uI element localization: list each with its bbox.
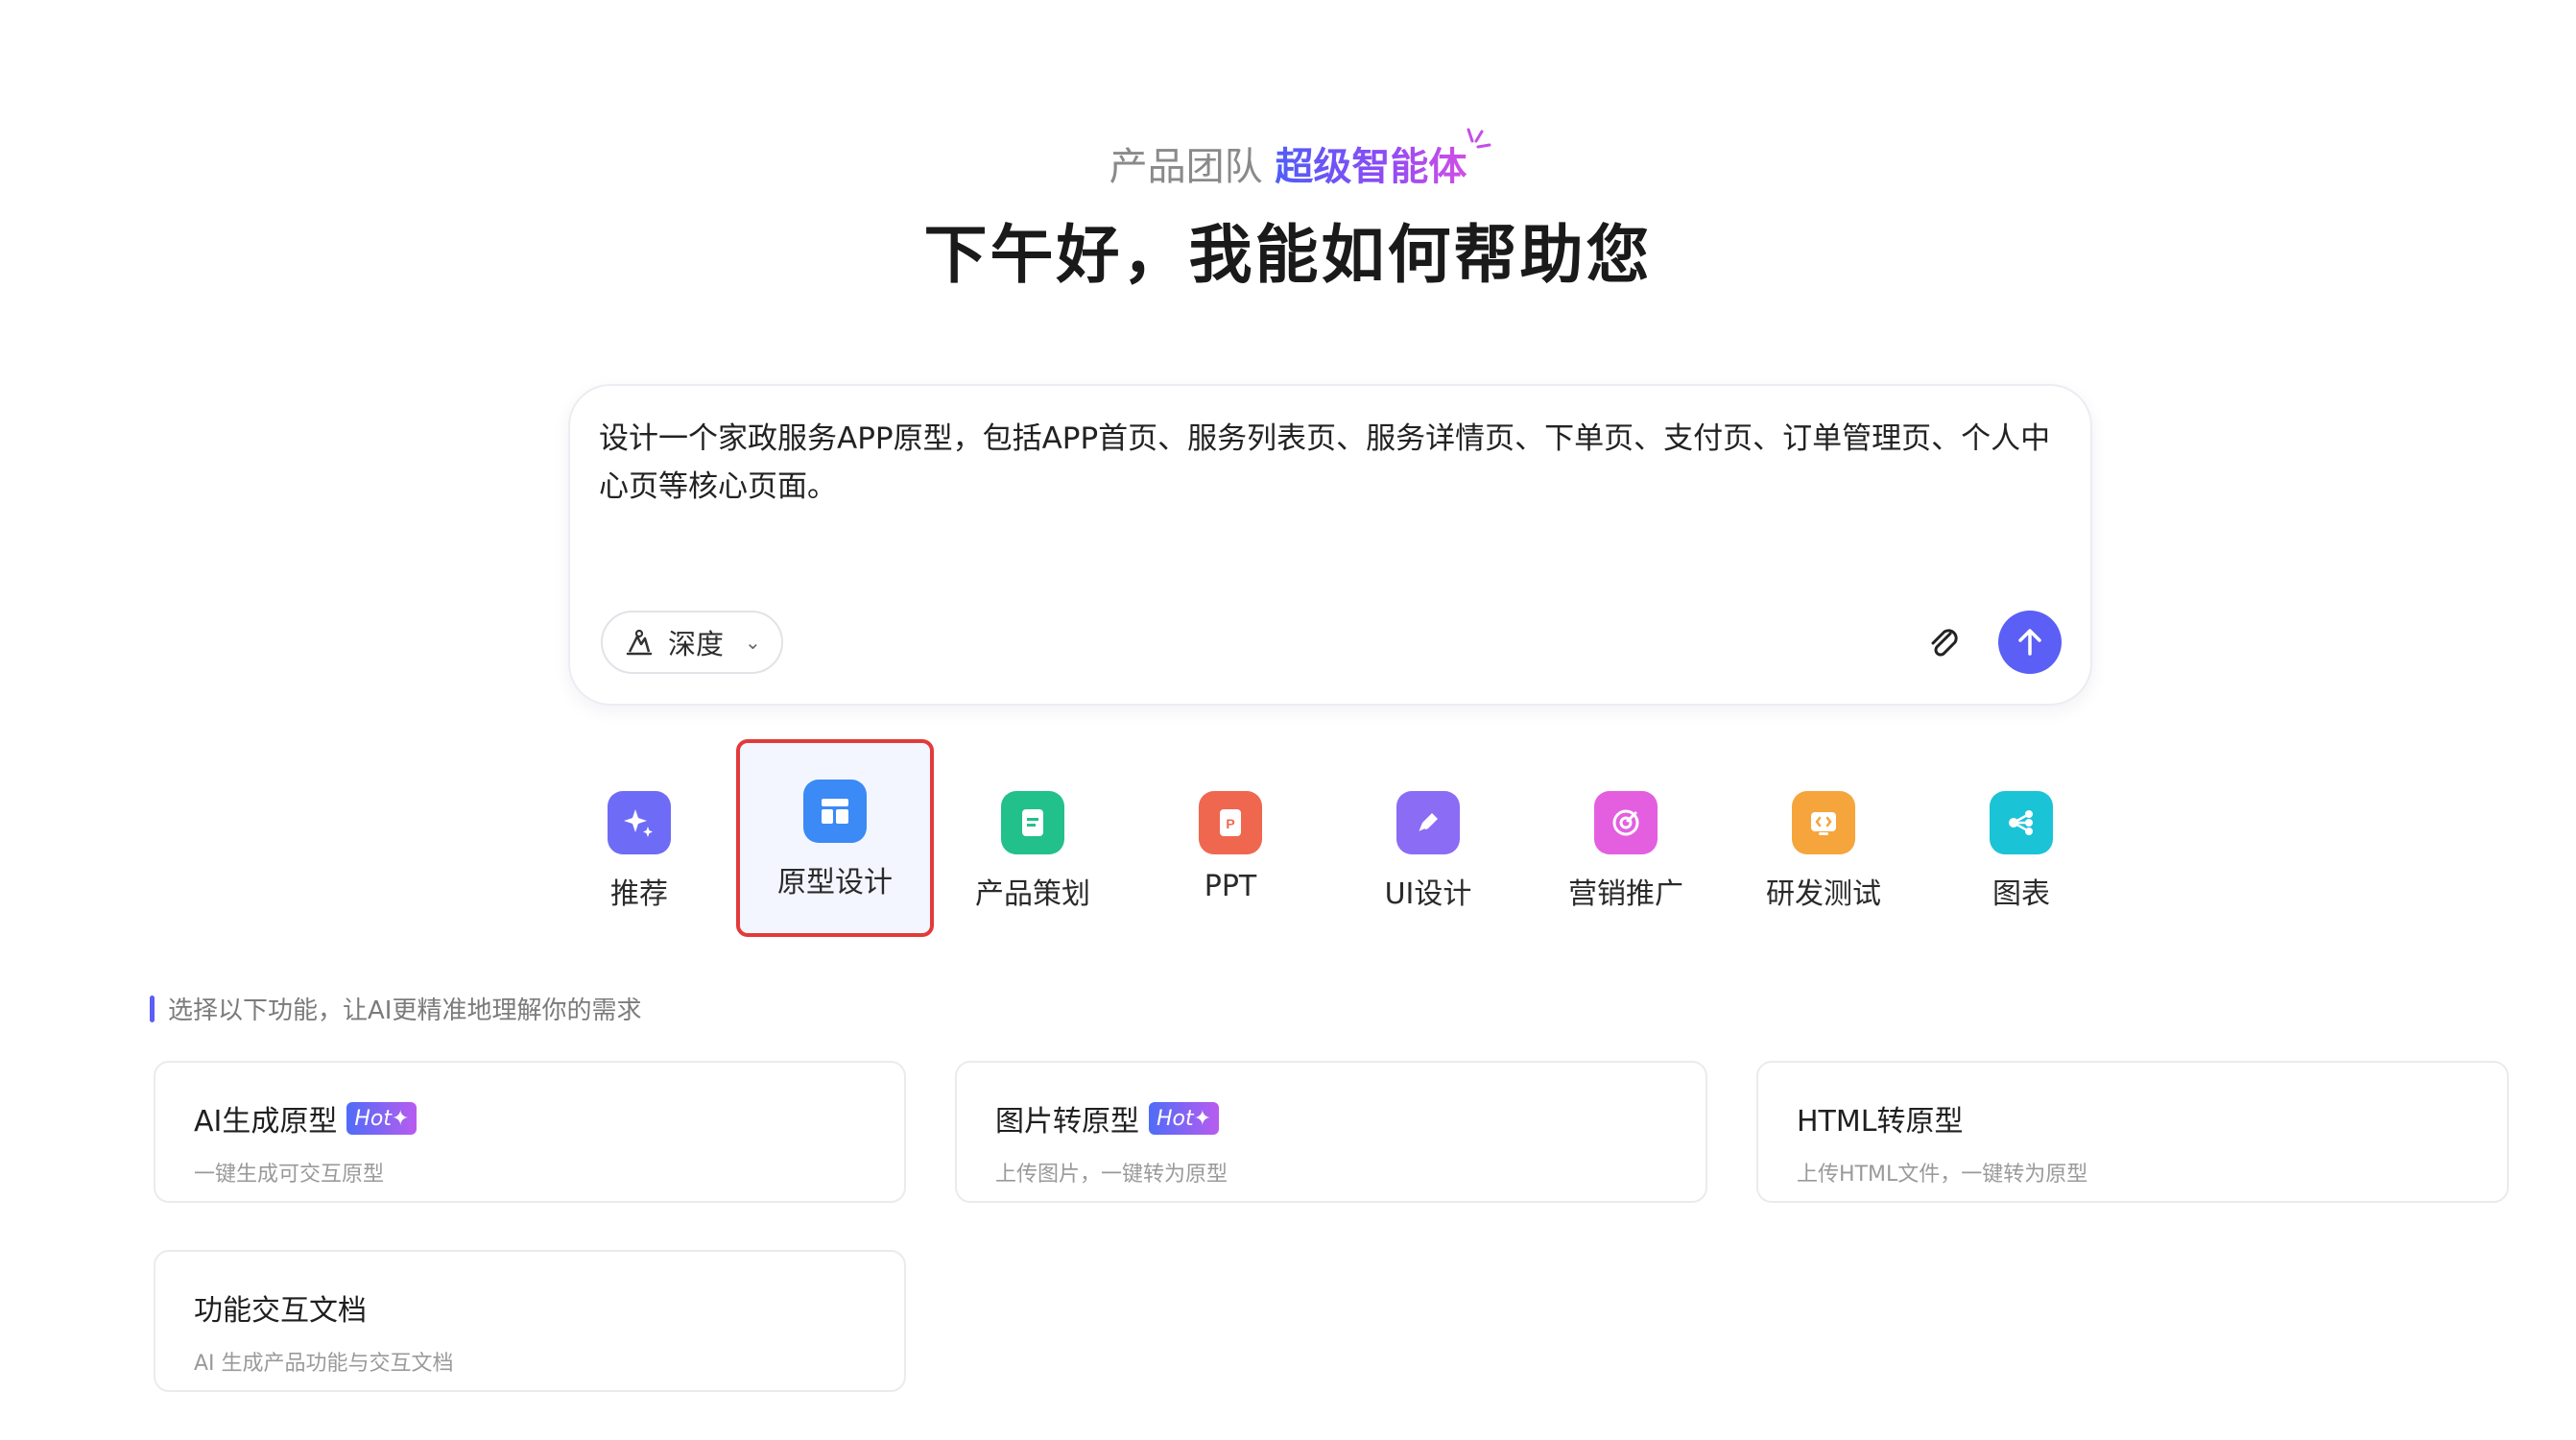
hint-text: 选择以下功能，让AI更精准地理解你的需求 <box>168 996 642 1025</box>
section-hint: 选择以下功能，让AI更精准地理解你的需求 <box>150 991 641 1026</box>
tab-dev-test[interactable]: 研发测试 <box>1725 739 1922 937</box>
hot-badge: Hot ✦ <box>1149 1102 1220 1135</box>
hint-accent-bar <box>150 995 155 1022</box>
tagline: 产品团队 超级智能体 <box>0 128 2576 192</box>
tab-charts[interactable]: 图表 <box>1922 739 2120 937</box>
card-subtitle: AI 生成产品功能与交互文档 <box>194 1352 454 1376</box>
tab-product-planning[interactable]: 产品策划 <box>934 739 1132 937</box>
target-icon <box>1594 791 1658 854</box>
card-subtitle: 上传HTML文件，一键转为原型 <box>1797 1163 2088 1187</box>
sparkle-decor-icon <box>1467 128 1491 149</box>
chevron-down-icon: ⌄ <box>745 631 761 654</box>
feature-card-interaction-doc[interactable]: 功能交互文档 AI 生成产品功能与交互文档 <box>154 1250 906 1392</box>
tagline-prefix: 产品团队 <box>1109 145 1263 189</box>
tab-label: 产品策划 <box>975 877 1090 911</box>
prompt-input[interactable]: 设计一个家政服务APP原型，包括APP首页、服务列表页、服务详情页、下单页、支付… <box>599 415 2062 511</box>
card-title: HTML转原型 <box>1797 1105 1964 1139</box>
tab-ppt[interactable]: P PPT <box>1132 739 1329 937</box>
mode-label: 深度 <box>668 628 725 660</box>
mode-select-button[interactable]: 深度 ⌄ <box>601 611 783 674</box>
feature-card-ai-prototype[interactable]: AI生成原型 Hot ✦ 一键生成可交互原型 <box>154 1061 906 1203</box>
tab-label: 推荐 <box>610 877 668 911</box>
category-tabs: 推荐 原型设计 产品策划 P PPT UI设计 营销推广 研发测试 图表 <box>0 739 2576 941</box>
tab-label: 研发测试 <box>1766 877 1881 911</box>
document-icon <box>1001 791 1064 854</box>
card-title-row: AI生成原型 Hot ✦ <box>194 1097 904 1140</box>
card-title-row: 功能交互文档 <box>194 1286 904 1329</box>
hot-badge: Hot ✦ <box>346 1102 417 1135</box>
tab-label: 原型设计 <box>777 866 893 900</box>
card-title: 功能交互文档 <box>194 1294 367 1328</box>
tab-label: 营销推广 <box>1568 877 1683 911</box>
arrow-up-icon <box>2018 629 2041 656</box>
card-subtitle: 上传图片，一键转为原型 <box>995 1163 1228 1187</box>
card-title-row: HTML转原型 <box>1797 1097 2507 1140</box>
tab-label: UI设计 <box>1384 877 1472 911</box>
sparkle-icon <box>608 791 671 854</box>
layout-icon <box>803 780 867 843</box>
pen-icon <box>1396 791 1460 854</box>
depth-mode-icon <box>626 629 653 656</box>
card-title: AI生成原型 <box>194 1105 338 1139</box>
svg-text:P: P <box>1226 816 1234 831</box>
page: 产品团队 超级智能体 下午好，我能如何帮助您 设计一个家政服务APP原型，包括A… <box>0 0 2576 1440</box>
feature-card-html-to-prototype[interactable]: HTML转原型 上传HTML文件，一键转为原型 <box>1756 1061 2509 1203</box>
feature-card-image-to-prototype[interactable]: 图片转原型 Hot ✦ 上传图片，一键转为原型 <box>955 1061 1707 1203</box>
prompt-box[interactable]: 设计一个家政服务APP原型，包括APP首页、服务列表页、服务详情页、下单页、支付… <box>568 384 2092 706</box>
paperclip-icon[interactable] <box>1923 622 1966 664</box>
code-icon <box>1792 791 1855 854</box>
tab-label: 图表 <box>1992 877 2050 911</box>
tab-prototype-design[interactable]: 原型设计 <box>736 739 934 937</box>
tab-ui-design[interactable]: UI设计 <box>1329 739 1527 937</box>
share-icon <box>1990 791 2053 854</box>
tab-label: PPT <box>1204 870 1257 903</box>
greeting-title: 下午好，我能如何帮助您 <box>923 218 1653 292</box>
card-title: 图片转原型 <box>995 1105 1139 1139</box>
tagline-highlight: 超级智能体 <box>1275 128 1491 189</box>
send-button[interactable] <box>1998 611 2062 674</box>
tab-marketing[interactable]: 营销推广 <box>1527 739 1725 937</box>
card-subtitle: 一键生成可交互原型 <box>194 1163 385 1187</box>
tab-recommend[interactable]: 推荐 <box>540 739 738 937</box>
ppt-icon: P <box>1199 791 1262 854</box>
card-title-row: 图片转原型 Hot ✦ <box>995 1097 1705 1140</box>
